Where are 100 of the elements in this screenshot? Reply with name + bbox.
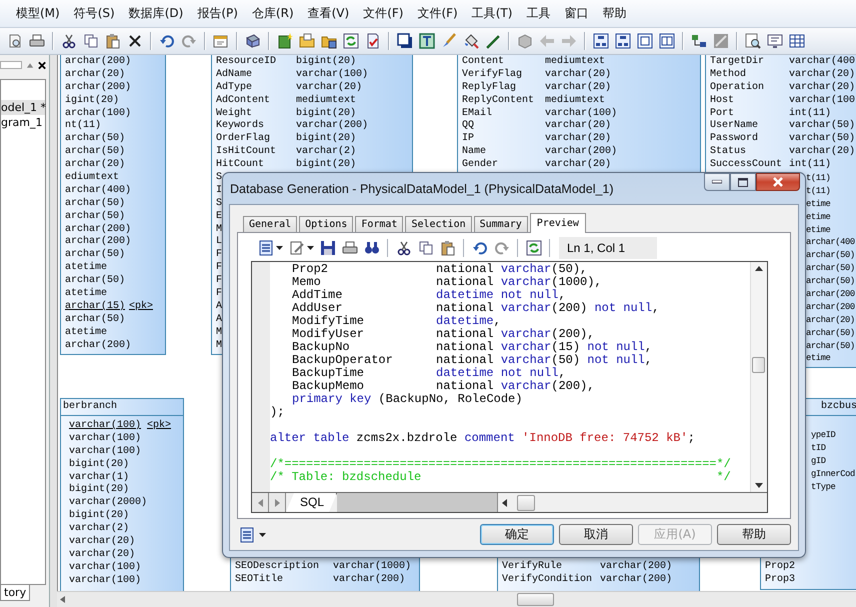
menu-item[interactable]: 仓库(R) [246, 3, 300, 24]
column-name: UserName [710, 120, 760, 132]
book-pages-icon[interactable] [659, 33, 675, 49]
maximize-icon[interactable] [738, 178, 748, 186]
tab[interactable]: Options [299, 216, 354, 232]
undo-icon[interactable] [159, 33, 175, 49]
refresh-icon[interactable] [343, 33, 359, 49]
print-icon[interactable] [342, 240, 358, 256]
column-name: F [216, 262, 222, 275]
paste-icon[interactable] [440, 240, 456, 256]
delete-icon[interactable] [127, 33, 143, 49]
tree-item[interactable]: odel_1 * [1, 100, 45, 115]
next-button[interactable] [269, 493, 286, 512]
list-icon[interactable] [258, 240, 274, 256]
column-type: int(11) [789, 108, 832, 120]
cut-icon[interactable] [61, 33, 77, 49]
scroll-thumb[interactable] [517, 494, 536, 510]
column-type: archar(200 [806, 300, 855, 314]
paint-bucket-icon[interactable] [463, 33, 479, 49]
editor-tab[interactable]: SQL [286, 493, 338, 512]
print-preview-icon[interactable] [7, 33, 23, 49]
caret-icon[interactable] [259, 532, 266, 536]
code-line: /*============================================================*/ [270, 458, 732, 471]
frame-icon[interactable] [419, 33, 435, 49]
menu-item[interactable]: 符号(S) [68, 3, 121, 24]
code-line: ModifyTime datetime, [291, 315, 502, 328]
minimize-button[interactable] [704, 173, 730, 191]
refresh-icon[interactable] [526, 240, 542, 256]
menu-item[interactable]: 窗口 [558, 3, 594, 24]
page-icon[interactable] [637, 33, 653, 49]
minimize-icon[interactable] [712, 180, 722, 184]
column-name: AdName [216, 68, 254, 82]
undo-icon[interactable] [472, 240, 488, 256]
redo-icon[interactable] [494, 240, 510, 256]
column-name: Weight [216, 108, 254, 120]
brush-icon[interactable] [441, 33, 457, 49]
zoom-icon[interactable] [745, 33, 761, 49]
close-button[interactable] [756, 173, 800, 191]
properties-icon[interactable] [213, 33, 229, 49]
dialog-button[interactable]: 帮助 [717, 524, 791, 545]
menu-item[interactable]: 查看(V) [302, 3, 356, 24]
diagram-icon[interactable] [615, 33, 631, 49]
scroll-thumb[interactable] [752, 357, 765, 373]
menu-item[interactable]: 报告(P) [191, 3, 244, 24]
column-type: archar(50) [65, 314, 126, 326]
paste-icon[interactable] [105, 33, 121, 49]
binoculars-icon[interactable] [364, 240, 380, 256]
scroll-up-icon[interactable] [755, 266, 763, 271]
scroll-thumb[interactable] [517, 593, 554, 606]
network-icon[interactable] [691, 33, 707, 49]
code-line: Prop2 national varchar(50), [291, 263, 588, 276]
column-type: archar(200) [65, 340, 132, 352]
menu-item[interactable]: 帮助 [596, 3, 632, 24]
dialog-button[interactable]: 取消 [559, 524, 633, 545]
panel-tab[interactable]: tory [0, 585, 30, 601]
column-name: HitCount [216, 159, 266, 172]
column-type: varchar(1) [69, 472, 130, 484]
print-icon[interactable] [29, 33, 45, 49]
right-arrow-icon[interactable] [274, 498, 280, 506]
prev-button[interactable] [252, 493, 269, 512]
checked-document-icon[interactable] [365, 33, 381, 49]
menu-item[interactable]: 工具 [520, 3, 556, 24]
pen-icon[interactable] [485, 33, 501, 49]
diagram-icon[interactable] [593, 33, 609, 49]
image-icon[interactable] [713, 33, 729, 49]
square-icon[interactable] [397, 33, 413, 49]
new-document-icon[interactable] [277, 33, 293, 49]
caret-icon[interactable] [307, 246, 314, 250]
column-type: archar(50) [806, 262, 855, 276]
copy-icon[interactable] [418, 240, 434, 256]
cut-icon[interactable] [396, 240, 412, 256]
list-icon[interactable] [239, 526, 255, 542]
redo-icon[interactable] [181, 33, 197, 49]
menu-item[interactable]: 数据库(D) [122, 3, 190, 24]
dialog-button[interactable]: 确定 [480, 524, 554, 545]
menu-item[interactable]: 文件(F) [357, 3, 410, 24]
copy-icon[interactable] [83, 33, 99, 49]
maximize-button[interactable] [730, 173, 756, 191]
save-icon[interactable] [320, 240, 336, 256]
tab[interactable]: General [243, 216, 298, 232]
left-arrow-icon[interactable] [258, 498, 262, 506]
column-name: F [216, 288, 222, 301]
tab[interactable]: Selection [405, 216, 472, 232]
monitor-icon[interactable] [767, 33, 783, 49]
column-type: archar(50) [65, 275, 126, 288]
scroll-down-icon[interactable] [755, 483, 763, 488]
caret-icon[interactable] [276, 246, 283, 250]
scroll-left-icon[interactable] [502, 498, 508, 506]
grid-icon[interactable] [789, 33, 805, 49]
tab[interactable]: Format [355, 216, 404, 232]
menu-item[interactable]: 文件(F) [411, 3, 464, 24]
tab[interactable]: Summary [474, 216, 528, 232]
column-type: varchar(20) [545, 120, 612, 132]
close-icon[interactable] [38, 60, 46, 70]
code-line: ); [270, 406, 286, 419]
tree-item[interactable]: gram_1 [1, 115, 45, 130]
menu-item[interactable]: 模型(M) [10, 3, 66, 24]
menu-item[interactable]: 工具(T) [466, 3, 518, 24]
edit-icon[interactable] [289, 240, 305, 256]
tab[interactable]: Preview [530, 213, 586, 233]
